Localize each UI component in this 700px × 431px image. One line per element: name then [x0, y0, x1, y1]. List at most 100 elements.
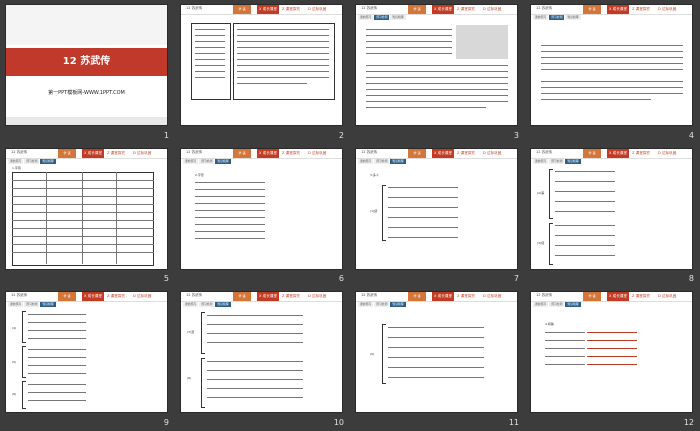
text-line [195, 202, 265, 204]
slide-thumbnail-6[interactable]: 12 苏武传 学 语 X 成长课堂 Z 课堂探究 D 达标巩固 课前预习 预习检测… [175, 144, 350, 288]
lesson-label: 12 苏武传 [361, 293, 378, 298]
slide-thumbnail-10[interactable]: 12 苏武传 学 语 X 成长课堂 Z 课堂探究 D 达标巩固 课前预习 预习检测… [175, 287, 350, 431]
text-line [195, 216, 265, 218]
header-tab-3: D 达标巩固 [133, 294, 152, 299]
slide-thumbnail-11[interactable]: 12 苏武传 学 语 X 成长课堂 Z 课堂探究 D 达标巩固 课前预习 预习检测… [350, 287, 525, 431]
header-tab-1: X 成长课堂 [82, 148, 104, 158]
sub-tabs: 课前预习 预习检测 知识梳理 [358, 15, 407, 20]
slide-thumbnail-9[interactable]: 12 苏武传 学 语 X 成长课堂 Z 课堂探究 D 达标巩固 课前预习 预习检测… [0, 287, 175, 431]
text-line [545, 348, 585, 350]
text-line [541, 69, 683, 70]
text-line [545, 356, 585, 358]
header-tab-2: Z 课堂探究 [632, 294, 650, 299]
slide-thumbnail-1[interactable]: 12 苏武传 第一PPT模板网-WWW.1PPT.COM 1 [0, 0, 175, 144]
group-label: (5) [12, 360, 17, 365]
header-tab-3: D 达标巩固 [308, 150, 327, 155]
header-tab-1: X 成长课堂 [607, 148, 629, 158]
text-line [555, 200, 615, 202]
text-line [207, 397, 303, 399]
text-line [195, 65, 225, 66]
slide-preview: 12 苏武传 学 语 X 成长课堂 Z 课堂探究 D 达标巩固 课前预习 预习检测… [355, 147, 518, 270]
text-line [366, 29, 452, 30]
text-line [541, 81, 683, 82]
header-tab-2: Z 课堂探究 [457, 7, 475, 11]
slide-thumbnail-12[interactable]: 12 苏武传 学 语 X 成长课堂 Z 课堂探究 D 达标巩固 课前预习 预习检测… [525, 287, 700, 431]
text-line [28, 400, 86, 402]
text-line [28, 357, 86, 359]
text-line [388, 226, 458, 228]
table-row-line [12, 243, 154, 245]
header-tab-yy: 学 语 [58, 292, 76, 302]
text-line [541, 99, 651, 100]
slide-thumbnail-4[interactable]: 12 苏武传 学 语 X 成长课堂 Z 课堂探究 D 达标巩固 课前预习 预习检测… [525, 0, 700, 144]
slide-header: 12 苏武传 学 语 X 成长课堂 Z 课堂探究 D 达标巩固 [531, 148, 692, 159]
text-line [541, 87, 683, 88]
slide-header: 12 苏武传 学 语 X 成长课堂 Z 课堂探究 D 达标巩固 [356, 5, 517, 15]
slide-thumbnail-2[interactable]: 12 苏武传 学 语 X 成长课堂 Z 课堂探究 D 达标巩固 2 [175, 0, 350, 144]
sub-tabs: 课前预习 预习检测 知识梳理 [8, 158, 57, 164]
slide-number: 3 [513, 130, 519, 140]
text-line [195, 59, 225, 60]
slide-number: 8 [688, 274, 694, 284]
text-line [195, 53, 225, 54]
bracket [382, 184, 386, 241]
lesson-label: 12 苏武传 [536, 6, 553, 10]
text-line [541, 93, 683, 94]
text-line [195, 223, 265, 225]
sub-tab-3: 知识梳理 [215, 158, 231, 164]
text-line [545, 340, 585, 342]
text-line [237, 47, 329, 48]
sub-tabs: 课前预习 预习检测 知识梳理 [533, 158, 582, 164]
sub-tabs: 课前预习 预习检测 知识梳理 [358, 158, 407, 164]
text-line [388, 196, 458, 198]
text-line [366, 95, 508, 96]
header-tab-yy: 学 语 [583, 148, 601, 158]
section-title: 2.字形 [195, 172, 204, 177]
text-line [207, 315, 303, 317]
header-tab-3: D 达标巩固 [483, 7, 502, 11]
sub-tab-3: 知识梳理 [215, 302, 231, 308]
slide-thumbnail-8[interactable]: 12 苏武传 学 语 X 成长课堂 Z 课堂探究 D 达标巩固 课前预习 预习检测… [525, 144, 700, 288]
header-tab-3: D 达标巩固 [658, 150, 677, 155]
text-line [555, 234, 615, 236]
sub-tab-3: 知识梳理 [40, 158, 56, 164]
group-label: (3)使 [537, 240, 545, 245]
slide-number: 4 [688, 130, 694, 140]
table-row-line [12, 179, 154, 181]
slide-thumbnail-7[interactable]: 12 苏武传 学 语 X 成长课堂 Z 课堂探究 D 达标巩固 课前预习 预习检测… [350, 144, 525, 288]
text-line [28, 392, 86, 394]
text-line [366, 35, 452, 36]
text-line [388, 236, 458, 238]
text-line [28, 330, 86, 332]
section-title: 1.字音 [12, 165, 21, 170]
text-line [207, 333, 303, 335]
answer-line [587, 364, 637, 366]
text-line [366, 83, 508, 84]
sub-tab-1: 课前预习 [533, 302, 549, 308]
group-label: (8) [187, 376, 192, 381]
text-line [555, 170, 615, 172]
text-line [541, 57, 683, 58]
text-line [195, 237, 265, 239]
bracket [22, 346, 26, 379]
text-line [555, 190, 615, 192]
slide-number: 5 [163, 274, 169, 284]
text-line [388, 206, 458, 208]
text-line [195, 41, 225, 42]
slide-thumbnail-5[interactable]: 12 苏武传 学 语 X 成长课堂 Z 课堂探究 D 达标巩固 课前预习 预习检测… [0, 144, 175, 288]
text-line [237, 71, 329, 72]
header-tab-yy: 学 语 [583, 292, 601, 302]
sub-tabs: 课前预习 预习检测 知识梳理 [183, 158, 232, 164]
lesson-label: 12 苏武传 [11, 149, 28, 154]
lesson-label: 12 苏武传 [536, 293, 553, 298]
slide-thumbnail-3[interactable]: 12 苏武传 学 语 X 成长课堂 Z 课堂探究 D 达标巩固 课前预习 预习检测… [350, 0, 525, 144]
slide-sorter-grid: 12 苏武传 第一PPT模板网-WWW.1PPT.COM 1 12 苏武传 学 … [0, 0, 700, 431]
header-tab-3: D 达标巩固 [658, 7, 677, 11]
sub-tab-1: 课前预习 [533, 15, 549, 20]
header-tab-1: X 成长课堂 [607, 292, 629, 302]
lesson-label: 12 苏武传 [361, 6, 378, 10]
text-line [545, 364, 585, 366]
slide-number: 10 [333, 417, 344, 427]
header-tab-yy: 学 语 [58, 148, 76, 158]
header-tab-1: X 成长课堂 [257, 148, 279, 158]
